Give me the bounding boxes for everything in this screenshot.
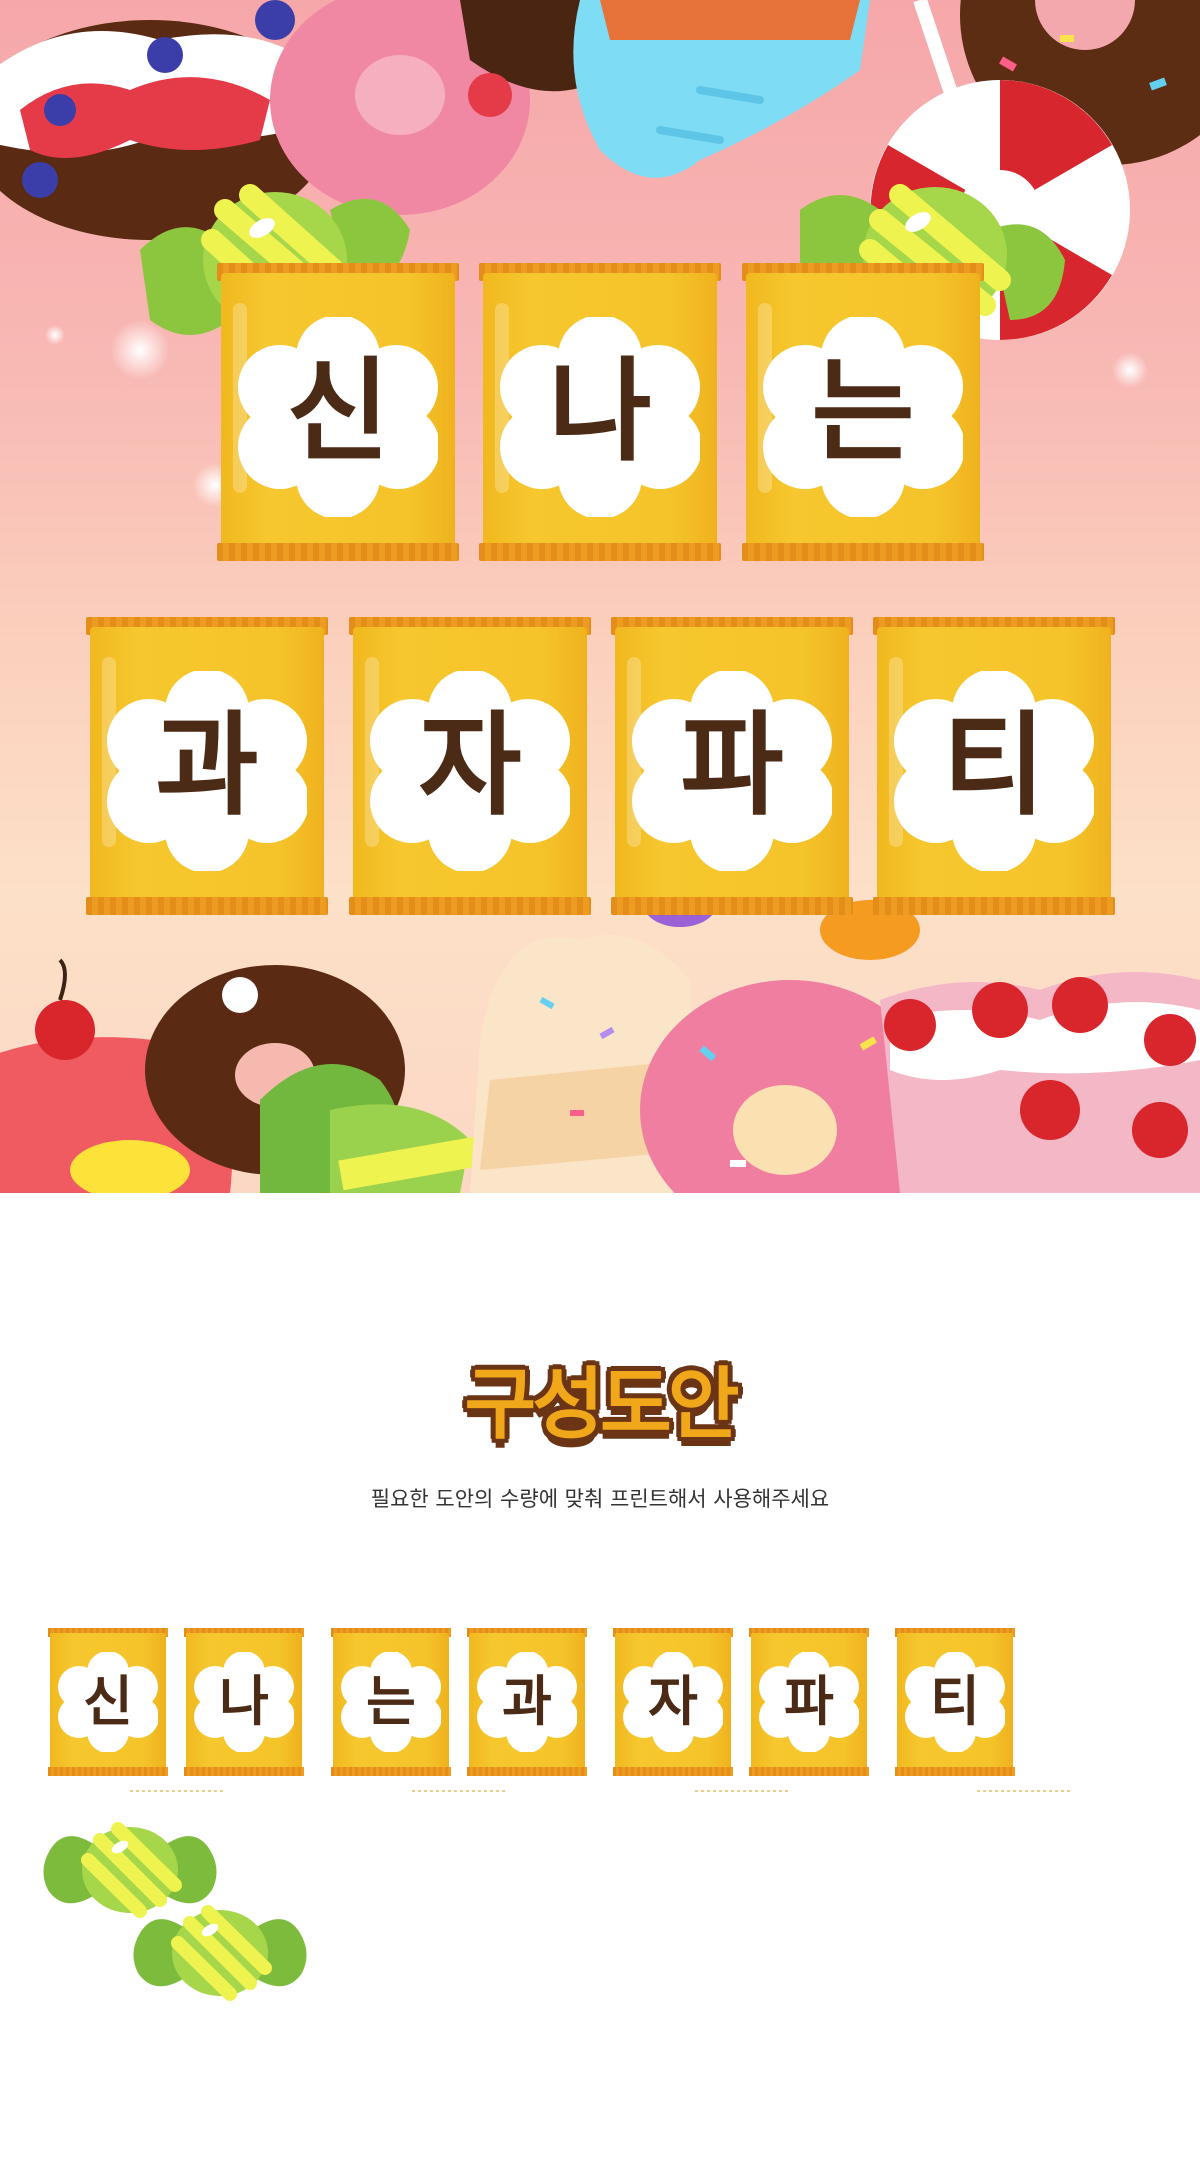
bag-letter: 나 [548, 347, 652, 477]
bag-letter: 신 [286, 347, 390, 477]
piece-bag-4: 과 [467, 1628, 587, 1776]
piece-bag-7: 티 [895, 1628, 1015, 1776]
piece-letter: 자 [648, 1670, 698, 1733]
snack-bag-letter-2: 나 [479, 263, 721, 561]
section-title: 구성도안 [464, 1360, 739, 1450]
bag-letter: 티 [942, 701, 1046, 831]
bag-letter: 는 [811, 347, 915, 477]
snack-bag-letter-1: 신 [217, 263, 459, 561]
bottom-sweets [0, 883, 1200, 1193]
piece-bag-5: 자 [613, 1628, 733, 1776]
bag-letter: 자 [418, 701, 522, 831]
sweets-background [0, 0, 1200, 1193]
bag-letter: 파 [680, 701, 784, 831]
piece-letter: 과 [502, 1670, 552, 1733]
piece-bag-3: 는 [331, 1628, 451, 1776]
snack-bag-letter-6: 파 [611, 617, 853, 915]
piece-letter: 는 [366, 1670, 416, 1733]
cut-guide [412, 1790, 507, 1792]
candy-piece-2 [133, 1905, 307, 2001]
hero-banner: 신 나 는 과 자 파 티 [0, 0, 1200, 1193]
donut-illustration-top [270, 0, 600, 215]
cut-guide [130, 1790, 225, 1792]
piece-letter: 나 [219, 1670, 269, 1733]
snack-bag-letter-7: 티 [873, 617, 1115, 915]
piece-letter: 파 [784, 1670, 834, 1733]
cut-guide [695, 1790, 790, 1792]
piece-bag-6: 파 [749, 1628, 869, 1776]
snack-bag-letter-5: 자 [349, 617, 591, 915]
section-subtitle: 필요한 도안의 수량에 맞춰 프린트해서 사용해주세요 [370, 1487, 830, 1511]
piece-bag-2: 나 [184, 1628, 304, 1776]
piece-letter: 티 [930, 1670, 980, 1733]
bag-letter: 과 [155, 701, 259, 831]
ice-pop-illustration [573, 0, 870, 178]
snack-bag-letter-4: 과 [86, 617, 328, 915]
piece-bag-1: 신 [48, 1628, 168, 1776]
cut-guide [977, 1790, 1072, 1792]
snack-bag-letter-3: 는 [742, 263, 984, 561]
piece-letter: 신 [83, 1670, 133, 1733]
